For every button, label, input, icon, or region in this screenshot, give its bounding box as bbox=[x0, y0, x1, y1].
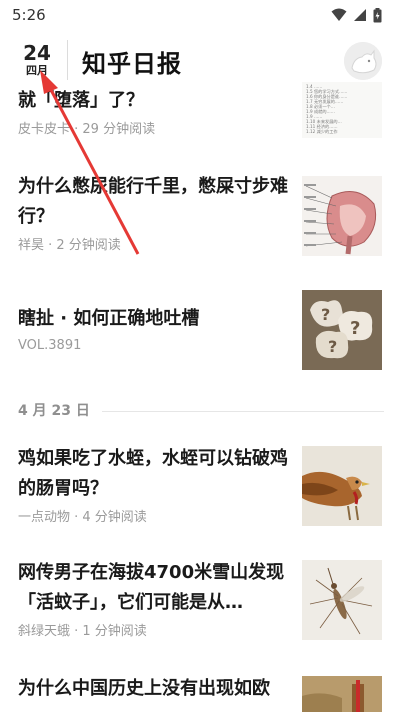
status-bar: 5:26 bbox=[0, 0, 400, 30]
story-title: 就「堕落」了？ bbox=[18, 90, 144, 111]
section-divider bbox=[102, 411, 384, 412]
status-icons bbox=[331, 7, 382, 23]
story-title: 瞎扯 · 如何正确地吐槽 bbox=[18, 308, 200, 329]
page-title: 知乎日报 bbox=[82, 50, 182, 78]
avatar[interactable] bbox=[344, 42, 382, 80]
date-picker[interactable]: 24 四月 bbox=[20, 42, 54, 78]
question-marks-image: ? ? ? bbox=[302, 290, 382, 370]
date-day: 24 bbox=[23, 41, 51, 65]
story-thumbnail bbox=[302, 676, 382, 712]
list-item[interactable]: 瞎扯 · 如何正确地吐槽 VOL.3891 ? ? ? bbox=[0, 290, 400, 384]
story-title: 为什么中国历史上没有出现如欧 bbox=[18, 678, 270, 699]
signal-icon bbox=[354, 9, 366, 21]
story-meta: VOL.3891 bbox=[18, 338, 82, 353]
list-item[interactable]: 网传男子在海拔4700米雪山发现「活蚊子」，它们可能是从… 斜绿天蛾 · 1 分… bbox=[0, 558, 400, 650]
user-avatar-icon bbox=[344, 42, 382, 80]
story-meta: 斜绿天蛾 · 1 分钟阅读 bbox=[18, 624, 147, 639]
anatomy-diagram-image bbox=[302, 176, 382, 256]
section-date-label: 4 月 23 日 bbox=[18, 403, 90, 419]
list-item[interactable]: 鸡如果吃了水蛭，水蛭可以钻破鸡的肠胃吗？ 一点动物 · 4 分钟阅读 bbox=[0, 444, 400, 536]
list-item[interactable]: 为什么中国历史上没有出现如欧 bbox=[0, 674, 400, 714]
story-title: 为什么憋尿能行千里，憋屎寸步难行？ bbox=[18, 176, 288, 227]
list-item[interactable]: 为什么憋尿能行千里，憋屎寸步难行？ 祥昊 · 2 分钟阅读 bbox=[0, 172, 400, 264]
story-thumbnail: ? ? ? bbox=[302, 290, 382, 370]
text-document-image: 1.4 …… 1.5 您的学习方式…… 1.6 你的身分是谁…… 1.7 无穷发… bbox=[302, 82, 382, 138]
story-title: 鸡如果吃了水蛭，水蛭可以钻破鸡的肠胃吗？ bbox=[18, 448, 288, 499]
mosquito-image bbox=[302, 560, 382, 640]
thumb-text-line: 1.12 减少的工作 bbox=[306, 128, 338, 135]
date-section-header: 4 月 23 日 bbox=[0, 400, 400, 424]
story-thumbnail bbox=[302, 446, 382, 526]
date-month: 四月 bbox=[26, 64, 48, 77]
story-title: 网传男子在海拔4700米雪山发现「活蚊子」，它们可能是从… bbox=[18, 562, 285, 613]
svg-text:?: ? bbox=[328, 337, 337, 356]
story-meta: 皮卡皮卡 · 29 分钟阅读 bbox=[18, 122, 156, 137]
svg-text:?: ? bbox=[321, 305, 330, 324]
historical-painting-image bbox=[302, 676, 382, 712]
story-meta: 一点动物 · 4 分钟阅读 bbox=[18, 510, 147, 525]
story-thumbnail bbox=[302, 560, 382, 640]
svg-text:?: ? bbox=[350, 318, 360, 339]
wifi-icon bbox=[331, 8, 347, 21]
story-thumbnail bbox=[302, 176, 382, 256]
story-meta: 祥昊 · 2 分钟阅读 bbox=[18, 238, 121, 253]
status-time: 5:26 bbox=[12, 6, 46, 24]
header-divider bbox=[67, 40, 68, 80]
chicken-image bbox=[302, 446, 382, 526]
battery-icon bbox=[373, 7, 382, 22]
list-item[interactable]: 就「堕落」了？ 皮卡皮卡 · 29 分钟阅读 1.4 …… 1.5 您的学习方式… bbox=[0, 82, 400, 148]
story-thumbnail: 1.4 …… 1.5 您的学习方式…… 1.6 你的身分是谁…… 1.7 无穷发… bbox=[302, 82, 382, 138]
